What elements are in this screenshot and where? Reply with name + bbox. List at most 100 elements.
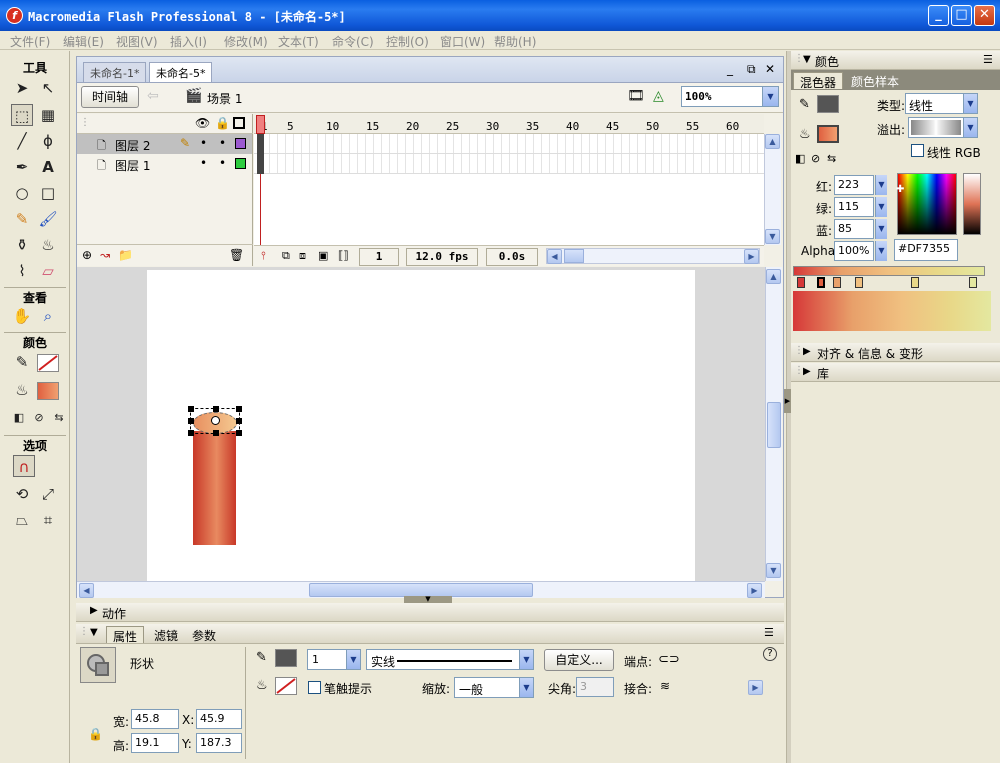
layer-outline-color[interactable]	[235, 158, 246, 169]
panel-menu-icon[interactable]: ☰	[764, 626, 774, 639]
gradient-stop[interactable]	[833, 277, 841, 288]
keyframe-cells[interactable]	[257, 134, 264, 174]
menu-view[interactable]: 视图(V)	[116, 33, 158, 50]
lock-dot[interactable]: •	[219, 136, 226, 150]
fill-color-swatch[interactable]	[275, 677, 297, 695]
swap-colors-icon[interactable]: ⇆	[827, 152, 836, 165]
stroke-style-dropdown[interactable]: 实线 ▼	[366, 649, 534, 670]
add-motion-guide-icon[interactable]: ↝	[100, 248, 110, 262]
gradient-stop[interactable]	[911, 277, 919, 288]
pen-tool-icon[interactable]: ✒	[11, 156, 33, 178]
red-chevron-down-icon[interactable]: ▼	[875, 175, 887, 195]
mixer-fill-swatch[interactable]	[817, 125, 839, 143]
scroll-left-icon[interactable]: ◀	[547, 249, 562, 264]
layer-outline-color[interactable]	[235, 138, 246, 149]
gradient-stop[interactable]	[797, 277, 805, 288]
scroll-up-icon[interactable]: ▲	[765, 134, 780, 149]
scale-dropdown[interactable]: 一般 ▼	[454, 677, 534, 698]
gradient-pointers[interactable]	[797, 277, 977, 291]
fill-type-dropdown[interactable]: 线性 ▼	[905, 93, 978, 114]
center-frame-icon[interactable]: ⫯	[261, 249, 266, 263]
scroll-right-icon[interactable]: ▶	[747, 583, 762, 598]
black-white-icon[interactable]: ◧	[795, 152, 805, 165]
close-button[interactable]: ✕	[974, 5, 995, 26]
menu-control[interactable]: 控制(O)	[386, 33, 429, 50]
selection-tool-icon[interactable]: ➤	[11, 77, 33, 99]
green-chevron-down-icon[interactable]: ▼	[875, 197, 887, 217]
brightness-slider[interactable]	[963, 173, 981, 235]
insert-layer-icon[interactable]: ⊕	[82, 248, 92, 262]
lock-icon[interactable]: 🔒	[215, 116, 230, 130]
stroke-hinting-checkbox[interactable]	[308, 681, 321, 694]
tab-document-1[interactable]: 未命名-1*	[83, 62, 147, 82]
edit-multiple-icon[interactable]: ▣	[318, 249, 328, 262]
stroke-height-dropdown[interactable]: 1 ▼	[307, 649, 361, 670]
transform-handle[interactable]	[236, 406, 242, 412]
blue-chevron-down-icon[interactable]: ▼	[875, 219, 887, 239]
x-field[interactable]: 45.9	[196, 709, 242, 729]
stage-vscrollbar[interactable]: ▲ ▼	[765, 267, 782, 581]
fill-color-swatch[interactable]	[37, 382, 59, 400]
zoom-tool-icon[interactable]: ⌕	[37, 305, 59, 327]
visibility-dot[interactable]: •	[200, 156, 207, 170]
menu-window[interactable]: 窗口(W)	[440, 33, 485, 50]
modify-markers-icon[interactable]: ⟦⟧	[338, 249, 349, 262]
swap-colors-icon[interactable]: ⇆	[48, 407, 70, 429]
panel-menu-icon[interactable]: ☰	[983, 53, 993, 66]
free-transform-tool-icon[interactable]: ⬚	[11, 104, 33, 126]
gradient-stop[interactable]	[817, 277, 825, 288]
scroll-down-icon[interactable]: ▼	[765, 229, 780, 244]
tab-color-swatches[interactable]: 颜色样本	[845, 72, 906, 89]
frame-ruler[interactable]: 1 5 10 15 20 25 30 35 40 45 50 55 60	[254, 114, 764, 134]
scroll-thumb[interactable]	[309, 583, 533, 597]
tab-filters[interactable]: 滤镜	[148, 626, 184, 643]
gradient-rectangle-shape[interactable]	[193, 431, 236, 545]
height-field[interactable]: 19.1	[131, 733, 179, 753]
hex-color-field[interactable]: #DF7355	[894, 239, 958, 261]
gradient-stop[interactable]	[969, 277, 977, 288]
edit-scene-icon[interactable]: 🎞	[627, 88, 645, 104]
gradient-transform-tool-icon[interactable]: ▦	[37, 104, 59, 126]
ink-bottle-tool-icon[interactable]: ⚱	[11, 234, 33, 256]
paint-bucket-tool-icon[interactable]: ♨	[37, 234, 59, 256]
stroke-color-swatch[interactable]	[37, 354, 59, 372]
miter-field[interactable]: 3	[576, 677, 614, 697]
panel-splitter-handle[interactable]: ▼	[404, 596, 452, 603]
insert-folder-icon[interactable]: 📁	[118, 248, 133, 262]
line-tool-icon[interactable]: ╱	[11, 130, 33, 152]
frame-row-1[interactable]	[254, 154, 764, 174]
outline-icon[interactable]	[233, 117, 245, 129]
constrain-lock-icon[interactable]: 🔒	[88, 727, 103, 741]
eraser-tool-icon[interactable]: ▱	[37, 260, 59, 282]
alpha-field[interactable]: 100%	[834, 241, 874, 261]
overflow-dropdown[interactable]: ▼	[908, 117, 978, 138]
transform-handle[interactable]	[236, 418, 242, 424]
scroll-thumb[interactable]	[767, 402, 781, 448]
join-style-icon[interactable]: ≋	[660, 679, 670, 693]
blue-field[interactable]: 85	[834, 219, 874, 239]
layer-row-2[interactable]: 🗋 图层 2 ✎ • •	[77, 134, 252, 154]
collapse-arrow-icon[interactable]: ▼	[90, 627, 98, 638]
back-arrow-icon[interactable]: ⇦	[147, 88, 159, 104]
scroll-right-icon[interactable]: ▶	[748, 680, 763, 695]
linear-rgb-checkbox[interactable]	[911, 144, 924, 157]
chevron-down-icon[interactable]: ▼	[963, 118, 977, 137]
color-panel-header[interactable]: ⋮ ▼ 颜色 ☰	[791, 51, 1000, 70]
custom-stroke-button[interactable]: 自定义...	[544, 649, 614, 671]
chevron-down-icon[interactable]: ▼	[519, 678, 533, 697]
transform-handle[interactable]	[213, 430, 219, 436]
scroll-up-icon[interactable]: ▲	[766, 269, 781, 284]
lock-dot[interactable]: •	[219, 156, 226, 170]
tab-document-5[interactable]: 未命名-5*	[149, 62, 213, 82]
no-color-icon[interactable]: ⊘	[811, 152, 820, 165]
transform-handle[interactable]	[188, 406, 194, 412]
oval-tool-icon[interactable]: ○	[11, 182, 33, 204]
rectangle-tool-icon[interactable]: □	[37, 182, 59, 204]
scroll-left-icon[interactable]: ◀	[79, 583, 94, 598]
brush-tool-icon[interactable]: 🖌	[37, 208, 59, 230]
chevron-down-icon[interactable]: ▼	[519, 650, 533, 669]
gradient-bar[interactable]	[793, 266, 985, 276]
playhead[interactable]	[256, 115, 265, 134]
green-field[interactable]: 115	[834, 197, 874, 217]
zoom-chevron-down-icon[interactable]: ▼	[762, 87, 778, 106]
